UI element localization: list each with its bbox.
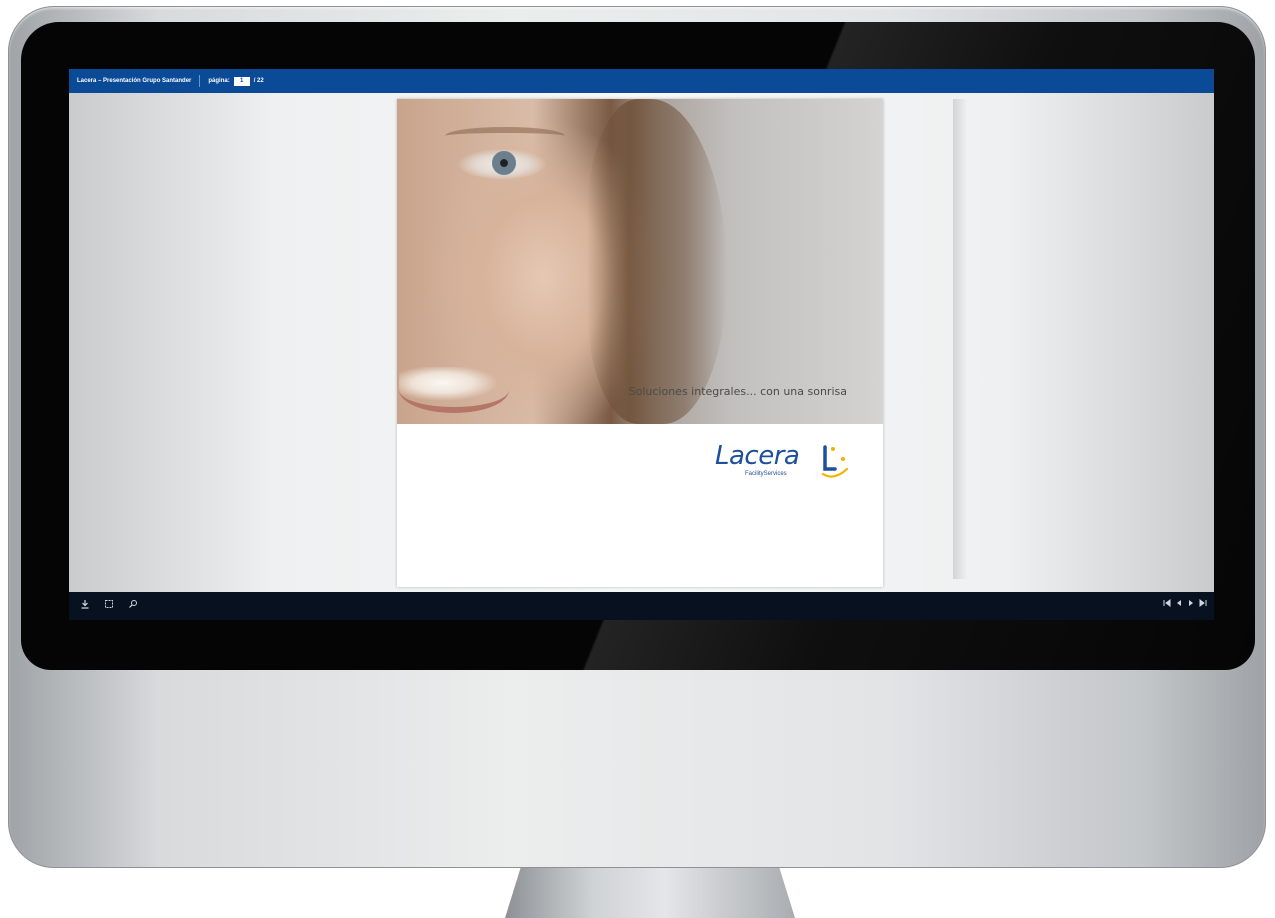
document-title: Lacera – Presentación Grupo Santander (77, 78, 192, 84)
first-page-icon[interactable] (1162, 598, 1172, 614)
company-logo: Lacera FacilityServices (715, 441, 855, 501)
photo-brow (445, 127, 565, 145)
monitor-stand (505, 862, 795, 918)
page-label: página: (208, 78, 230, 84)
viewer-top-bar: Lacera – Presentación Grupo Santander pá… (69, 69, 1214, 93)
next-page-icon[interactable] (1186, 598, 1196, 614)
logo-subtitle: FacilityServices (745, 471, 787, 477)
slide-slogan: Soluciones integrales... con una sonrisa (628, 385, 847, 398)
viewer-bottom-bar (69, 592, 1214, 620)
cover-photo: Soluciones integrales... con una sonrisa (397, 99, 883, 424)
last-page-icon[interactable] (1198, 598, 1208, 614)
photo-smile (399, 367, 509, 413)
page-number-input[interactable]: 1 (233, 76, 250, 86)
zoom-icon[interactable] (125, 598, 141, 614)
download-icon[interactable] (77, 598, 93, 614)
logo-wordmark: Lacera (715, 441, 800, 471)
page-shadow (953, 99, 967, 579)
previous-page-icon[interactable] (1174, 598, 1184, 614)
smile-logo-icon (821, 445, 849, 478)
photo-hair (587, 99, 727, 424)
divider (199, 75, 201, 87)
fit-page-icon[interactable] (101, 598, 117, 614)
document-page[interactable]: Soluciones integrales... con una sonrisa… (397, 99, 883, 587)
photo-iris (492, 151, 516, 175)
total-pages: / 22 (253, 78, 264, 84)
viewer-screen: Lacera – Presentación Grupo Santander pá… (69, 69, 1214, 620)
